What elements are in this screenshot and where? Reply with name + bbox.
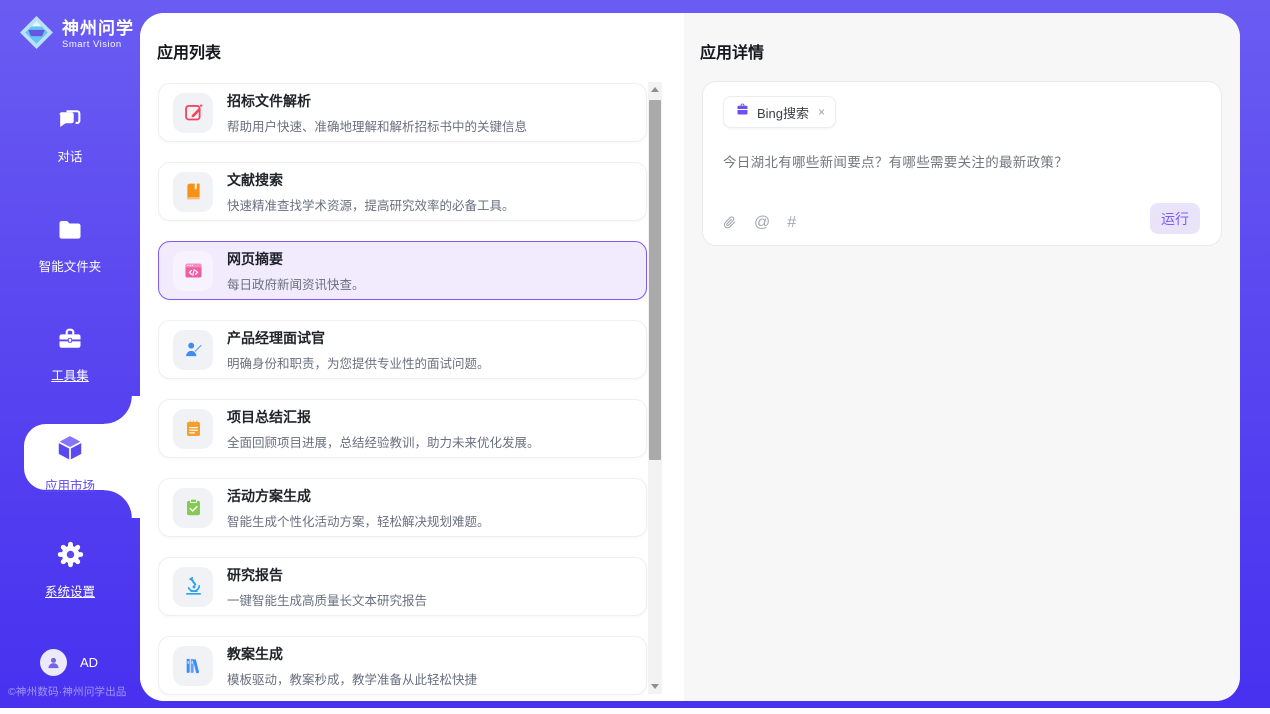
active-tab-curve-top: [104, 396, 140, 424]
cube-icon: [55, 433, 85, 468]
sidebar-item-label: 工具集: [51, 365, 89, 384]
app-name: 招标文件解析: [227, 91, 527, 111]
app-name: 产品经理面试官: [227, 328, 490, 348]
app-card[interactable]: 项目总结汇报 全面回顾项目进展，总结经验教训，助力未来优化发展。: [158, 399, 647, 458]
app-desc: 快速精准查找学术资源，提高研究效率的必备工具。: [227, 195, 515, 214]
app-card[interactable]: 教案生成 模板驱动，教案秒成，教学准备从此轻松快捷: [158, 636, 647, 695]
book-icon: [173, 172, 213, 212]
user-account[interactable]: AD: [40, 649, 98, 676]
app-card[interactable]: 文献搜索 快速精准查找学术资源，提高研究效率的必备工具。: [158, 162, 647, 221]
app-desc: 帮助用户快速、准确地理解和解析招标书中的关键信息: [227, 116, 527, 135]
app-name: 网页摘要: [227, 249, 365, 269]
app-card[interactable]: 研究报告 一键智能生成高质量长文本研究报告: [158, 557, 647, 616]
sidebar-item-label: 对话: [57, 146, 82, 165]
hash-icon[interactable]: #: [787, 215, 796, 231]
app-card[interactable]: 产品经理面试官 明确身份和职责，为您提供专业性的面试问题。: [158, 320, 647, 379]
main-content: 应用列表 招标文件解析 帮助用户快速、准确地理解和解析招标书中的关键信息 文献搜…: [140, 13, 1240, 701]
scrollbar-down-button[interactable]: [648, 679, 662, 694]
brand-logo: 神州问学 Smart Vision: [18, 14, 134, 56]
briefcase-icon: [735, 102, 750, 122]
app-desc: 全面回顾项目进展，总结经验教训，助力未来优化发展。: [227, 432, 540, 451]
app-list-panel: 应用列表 招标文件解析 帮助用户快速、准确地理解和解析招标书中的关键信息 文献搜…: [140, 13, 684, 701]
brand-subtitle: Smart Vision: [62, 40, 134, 50]
prompt-composer[interactable]: Bing搜索 × 今日湖北有哪些新闻要点？有哪些需要关注的最新政策？ @ #: [702, 81, 1222, 246]
app-name: 项目总结汇报: [227, 407, 540, 427]
composer-toolbar: @ #: [722, 214, 796, 231]
folder-icon: [56, 216, 84, 249]
interview-icon: [173, 330, 213, 370]
sidebar-item-toolset[interactable]: 工具集: [0, 325, 140, 384]
scrollbar[interactable]: [648, 82, 662, 694]
sidebar-item-smart-folders[interactable]: 智能文件夹: [0, 216, 140, 275]
triangle-up-icon: [651, 87, 659, 92]
books-icon: [173, 646, 213, 686]
app-name: 文献搜索: [227, 170, 515, 190]
app-detail-panel: 应用详情 Bing搜索 × 今日湖北有哪些新闻要点？有哪些需要关注的最新政策？: [684, 13, 1240, 701]
toolbox-icon: [56, 325, 84, 358]
sidebar-item-label: 应用市场: [45, 475, 95, 494]
app-card[interactable]: 网页摘要 每日政府新闻资讯快查。: [158, 241, 647, 300]
app-name: 研究报告: [227, 565, 427, 585]
app-name: 教案生成: [227, 644, 477, 664]
browser-code-icon: [173, 251, 213, 291]
brand-diamond-icon: [18, 14, 55, 56]
sidebar-item-label: 智能文件夹: [39, 256, 102, 275]
sidebar: 神州问学 Smart Vision 对话 智能文件夹 工具集 应用市场 系统设置…: [0, 0, 140, 708]
active-tab-curve-bottom: [104, 490, 140, 518]
user-name: AD: [80, 655, 98, 670]
chat-icon: [56, 106, 84, 139]
sidebar-item-chat[interactable]: 对话: [0, 106, 140, 165]
query-text[interactable]: 今日湖北有哪些新闻要点？有哪些需要关注的最新政策？: [723, 151, 1203, 171]
chip-close-icon[interactable]: ×: [818, 105, 825, 119]
sidebar-item-system-settings[interactable]: 系统设置: [0, 540, 140, 600]
notepad-icon: [173, 409, 213, 449]
tool-chip-label: Bing搜索: [757, 103, 809, 122]
gear-icon: [56, 540, 85, 574]
run-button[interactable]: 运行: [1150, 203, 1200, 234]
edit-square-icon: [173, 93, 213, 133]
app-list-title: 应用列表: [157, 39, 221, 63]
sidebar-item-label: 系统设置: [45, 581, 95, 600]
triangle-down-icon: [651, 684, 659, 689]
app-card-list: 招标文件解析 帮助用户快速、准确地理解和解析招标书中的关键信息 文献搜索 快速精…: [158, 83, 648, 701]
bottom-edge: [0, 708, 1270, 714]
brand-name: 神州问学: [62, 20, 134, 38]
app-detail-title: 应用详情: [700, 39, 764, 63]
app-name: 活动方案生成: [227, 486, 490, 506]
tool-chip-bing-search[interactable]: Bing搜索 ×: [723, 96, 836, 128]
clipboard-check-icon: [173, 488, 213, 528]
app-card[interactable]: 招标文件解析 帮助用户快速、准确地理解和解析招标书中的关键信息: [158, 83, 647, 142]
microscope-icon: [173, 567, 213, 607]
app-desc: 模板驱动，教案秒成，教学准备从此轻松快捷: [227, 669, 477, 688]
scrollbar-thumb[interactable]: [649, 100, 661, 460]
copyright-footer: ©神州数码·神州问学出品: [8, 684, 140, 699]
attachment-icon[interactable]: [722, 214, 737, 231]
mention-icon[interactable]: @: [754, 215, 770, 231]
app-desc: 智能生成个性化活动方案，轻松解决规划难题。: [227, 511, 490, 530]
sidebar-item-app-market[interactable]: 应用市场: [0, 433, 140, 494]
app-card[interactable]: 活动方案生成 智能生成个性化活动方案，轻松解决规划难题。: [158, 478, 647, 537]
app-desc: 一键智能生成高质量长文本研究报告: [227, 590, 427, 609]
avatar[interactable]: [40, 649, 67, 676]
app-desc: 明确身份和职责，为您提供专业性的面试问题。: [227, 353, 490, 372]
scrollbar-up-button[interactable]: [648, 82, 662, 97]
app-desc: 每日政府新闻资讯快查。: [227, 274, 365, 293]
